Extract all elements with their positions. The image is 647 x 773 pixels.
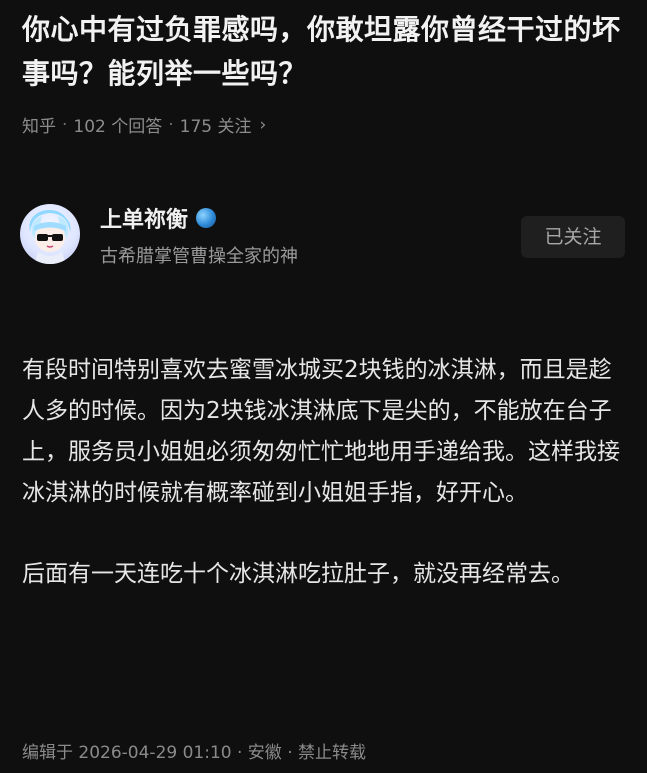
question-meta[interactable]: 知乎 · 102 个回答 · 175 关注 › [22, 112, 625, 138]
author-subtitle: 古希腊掌管曹操全家的神 [100, 246, 298, 267]
author-row: 上单祢衡 古希腊掌管曹操全家的神 已关注 [20, 198, 625, 278]
avatar-character-icon [29, 210, 71, 264]
answer-paragraph: 后面有一天连吃十个冰淇淋吃拉肚子，就没再经常去。 [22, 561, 574, 587]
source-label: 知乎 [22, 117, 56, 137]
meta-separator: · [168, 114, 174, 135]
follower-count: 175 关注 [179, 117, 252, 137]
answer-footer: 编辑于 2026-04-29 01:10 · 安徽 · 禁止转载 [22, 743, 367, 763]
author-name: 上单祢衡 [100, 208, 189, 233]
question-title[interactable]: 你心中有过负罪感吗，你敢坦露你曾经干过的坏事吗？能列举一些吗？ [22, 0, 625, 96]
avatar[interactable] [20, 204, 80, 264]
chevron-right-icon: › [259, 114, 267, 135]
answer-content: 有段时间特别喜欢去蜜雪冰城买2块钱的冰淇淋，而且是趁人多的时候。因为2块钱冰淇淋… [22, 350, 625, 595]
answer-paragraph: 有段时间特别喜欢去蜜雪冰城买2块钱的冰淇淋，而且是趁人多的时候。因为2块钱冰淇淋… [22, 357, 620, 506]
follow-button[interactable]: 已关注 [521, 216, 625, 258]
author-name-row[interactable]: 上单祢衡 [100, 202, 217, 234]
globe-badge-icon [196, 208, 217, 228]
answer-count: 102 个回答 [73, 117, 163, 137]
answer-page: 你心中有过负罪感吗，你敢坦露你曾经干过的坏事吗？能列举一些吗？ 知乎 · 102… [0, 0, 647, 773]
meta-separator: · [62, 114, 68, 135]
